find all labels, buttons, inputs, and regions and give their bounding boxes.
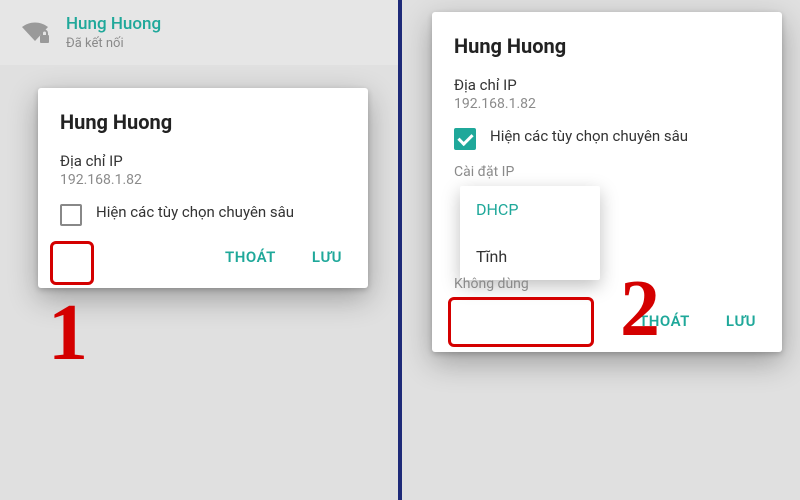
ip-settings-label: Cài đặt IP	[454, 164, 760, 180]
ip-settings-dropdown: DHCP Tĩnh	[460, 186, 600, 280]
cancel-button[interactable]: THOÁT	[221, 240, 280, 274]
wifi-lock-icon	[18, 19, 52, 47]
dropdown-option-dhcp[interactable]: DHCP	[460, 186, 600, 233]
cancel-button[interactable]: THOÁT	[635, 304, 694, 338]
advanced-checkbox-checked[interactable]	[454, 128, 476, 150]
save-button[interactable]: LƯU	[722, 304, 760, 338]
ip-value: 192.168.1.82	[454, 96, 760, 112]
advanced-label: Hiện các tùy chọn chuyên sâu	[96, 202, 294, 222]
wifi-dialog-step2: Hung Huong Địa chỉ IP 192.168.1.82 Hiện …	[432, 12, 782, 352]
wifi-connected-row[interactable]: Hung Huong Đã kết nối	[0, 0, 398, 65]
wifi-ssid: Hung Huong	[66, 14, 161, 34]
ip-label: Địa chỉ IP	[60, 152, 346, 170]
advanced-checkbox-unchecked[interactable]	[60, 204, 82, 226]
right-panel: Hung Huong Địa chỉ IP 192.168.1.82 Hiện …	[402, 0, 800, 500]
wifi-dialog-step1: Hung Huong Địa chỉ IP 192.168.1.82 Hiện …	[38, 88, 368, 288]
dialog-title: Hung Huong	[454, 34, 760, 58]
truncated-text: Không dùng	[454, 276, 760, 292]
save-button[interactable]: LƯU	[308, 240, 346, 274]
ip-value: 192.168.1.82	[60, 172, 346, 188]
ip-label: Địa chỉ IP	[454, 76, 760, 94]
advanced-options-row[interactable]: Hiện các tùy chọn chuyên sâu	[454, 126, 760, 150]
panel-divider	[398, 0, 402, 500]
advanced-options-row[interactable]: Hiện các tùy chọn chuyên sâu	[60, 202, 346, 226]
wifi-status: Đã kết nối	[66, 36, 161, 51]
left-panel: Hung Huong Đã kết nối Hung Huong Địa chỉ…	[0, 0, 398, 500]
dialog-title: Hung Huong	[60, 110, 346, 134]
dropdown-option-static[interactable]: Tĩnh	[460, 233, 600, 280]
advanced-label: Hiện các tùy chọn chuyên sâu	[490, 126, 688, 146]
